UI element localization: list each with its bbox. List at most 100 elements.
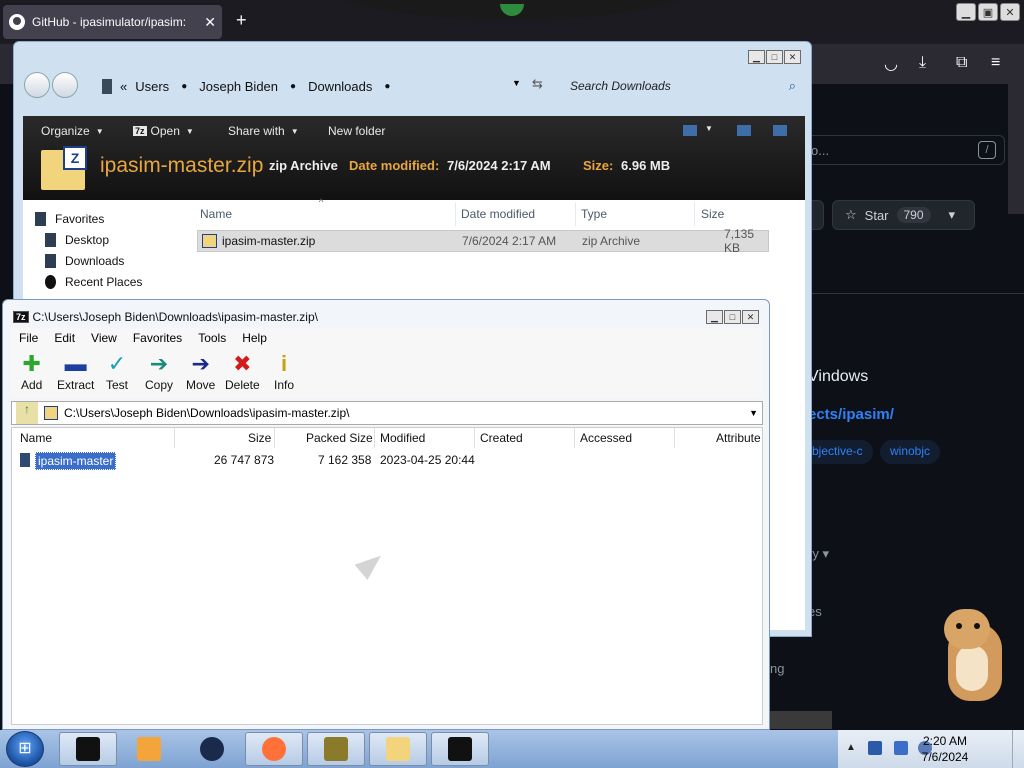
menu-icon[interactable]: ≡ bbox=[991, 54, 1000, 72]
nav-downloads[interactable]: Downloads bbox=[45, 254, 124, 268]
info-button[interactable]: i Info bbox=[274, 350, 294, 392]
breadcrumb-downloads[interactable]: Downloads bbox=[308, 79, 372, 94]
chevron-down-icon[interactable]: ▾ bbox=[949, 207, 956, 223]
github-search-input[interactable]: o... / bbox=[800, 135, 1005, 165]
close-button[interactable]: ✕ bbox=[1000, 3, 1020, 21]
delete-button[interactable]: ✖ Delete bbox=[225, 350, 260, 392]
column-header-size[interactable]: Size bbox=[701, 207, 724, 221]
tray-expand-icon[interactable]: ▲ bbox=[846, 742, 856, 753]
star-button[interactable]: ☆ Star 790 ▾ bbox=[832, 200, 975, 230]
column-separator[interactable] bbox=[575, 202, 576, 226]
help-icon[interactable] bbox=[773, 125, 787, 136]
network-icon[interactable] bbox=[894, 741, 908, 755]
preview-pane-icon[interactable] bbox=[737, 125, 751, 136]
menu-favorites[interactable]: Favorites bbox=[133, 331, 182, 345]
chevron-down-icon[interactable]: ▼ bbox=[749, 408, 758, 418]
taskbar-item-7zip[interactable] bbox=[431, 732, 489, 766]
menu-file[interactable]: File bbox=[19, 331, 38, 345]
tab-close-button[interactable]: ✕ bbox=[204, 14, 216, 31]
horizontal-scrollbar[interactable] bbox=[770, 711, 832, 729]
address-bar[interactable]: « Users ● Joseph Biden ● Downloads ● bbox=[102, 74, 562, 98]
clock-time[interactable]: 2:20 AM bbox=[912, 734, 978, 748]
organize-button[interactable]: Organize ▼ bbox=[41, 124, 104, 138]
column-header-type[interactable]: Type bbox=[581, 207, 607, 221]
open-button[interactable]: 7z Open ▼ bbox=[133, 124, 194, 138]
minimize-button[interactable]: ▁ bbox=[748, 50, 765, 64]
topic-tag[interactable]: winobjc bbox=[880, 440, 941, 464]
column-header-date[interactable]: Date modified bbox=[461, 207, 535, 221]
breadcrumb-users[interactable]: Users bbox=[135, 79, 169, 94]
maximize-button[interactable]: □ bbox=[724, 310, 741, 324]
column-separator[interactable] bbox=[455, 202, 456, 226]
download-icon[interactable]: ⤓ bbox=[919, 54, 926, 72]
extensions-icon[interactable]: ⧉ bbox=[956, 54, 967, 72]
back-button[interactable] bbox=[24, 72, 50, 98]
refresh-icon[interactable]: ⇆ bbox=[532, 76, 543, 92]
breadcrumb-user[interactable]: Joseph Biden bbox=[199, 79, 278, 94]
view-options-icon[interactable] bbox=[683, 125, 697, 136]
add-button[interactable]: ✚ Add bbox=[21, 350, 42, 392]
new-tab-button[interactable]: + bbox=[236, 10, 247, 31]
clock-date[interactable]: 7/6/2024 bbox=[912, 750, 978, 764]
file-row[interactable]: ipasim-master.zip 7/6/2024 2:17 AM zip A… bbox=[197, 227, 769, 255]
nav-favorites[interactable]: Favorites bbox=[35, 212, 104, 226]
column-header-created[interactable]: Created bbox=[480, 431, 523, 445]
column-separator[interactable] bbox=[274, 428, 275, 448]
column-header-size[interactable]: Size bbox=[248, 431, 271, 445]
taskbar-item-box[interactable] bbox=[307, 732, 365, 766]
taskbar-item-media[interactable] bbox=[120, 732, 178, 766]
share-with-button[interactable]: Share with ▼ bbox=[228, 124, 299, 138]
column-header-name[interactable]: Name bbox=[20, 431, 52, 445]
tray-app-icon[interactable] bbox=[868, 741, 882, 755]
column-header-attributes[interactable]: Attribute bbox=[716, 431, 761, 445]
taskbar-item-explorer[interactable] bbox=[369, 732, 427, 766]
close-button[interactable]: ✕ bbox=[742, 310, 759, 324]
up-folder-icon[interactable]: ↑ bbox=[16, 402, 38, 424]
test-button[interactable]: ✓ Test bbox=[106, 350, 128, 392]
taskbar-item-cmd[interactable] bbox=[59, 732, 117, 766]
breadcrumb-overflow-icon[interactable]: « bbox=[120, 79, 127, 94]
column-separator[interactable] bbox=[694, 202, 695, 226]
menu-view[interactable]: View bbox=[91, 331, 117, 345]
archive-item-name[interactable]: ipasim-master bbox=[35, 452, 117, 470]
scrollbar[interactable] bbox=[1008, 84, 1024, 214]
pocket-icon[interactable]: ◡ bbox=[884, 54, 898, 74]
column-header-packed-size[interactable]: Packed Size bbox=[306, 431, 373, 445]
menu-tools[interactable]: Tools bbox=[198, 331, 226, 345]
breadcrumb-separator-icon[interactable]: ● bbox=[181, 81, 187, 92]
column-separator[interactable] bbox=[674, 428, 675, 448]
minimize-button[interactable]: ▁ bbox=[956, 3, 976, 21]
start-button[interactable]: ⊞ bbox=[6, 731, 44, 767]
column-separator[interactable] bbox=[174, 428, 175, 448]
topic-tag[interactable]: bjective-c bbox=[802, 440, 873, 464]
taskbar-item-app[interactable] bbox=[183, 732, 241, 766]
column-separator[interactable] bbox=[474, 428, 475, 448]
copy-button[interactable]: ➔ Copy bbox=[145, 350, 173, 392]
breadcrumb-separator-icon[interactable]: ● bbox=[384, 81, 390, 92]
close-button[interactable]: ✕ bbox=[784, 50, 801, 64]
minimize-button[interactable]: ▁ bbox=[706, 310, 723, 324]
show-desktop-button[interactable] bbox=[1012, 730, 1024, 768]
nav-desktop[interactable]: Desktop bbox=[45, 233, 109, 247]
column-header-accessed[interactable]: Accessed bbox=[580, 431, 632, 445]
new-folder-button[interactable]: New folder bbox=[328, 124, 385, 138]
column-header-name[interactable]: Name bbox=[200, 207, 232, 221]
taskbar-item-firefox[interactable] bbox=[245, 732, 303, 766]
breadcrumb-separator-icon[interactable]: ● bbox=[290, 81, 296, 92]
address-dropdown-icon[interactable]: ▼ bbox=[512, 78, 521, 88]
menu-edit[interactable]: Edit bbox=[54, 331, 75, 345]
menu-help[interactable]: Help bbox=[242, 331, 267, 345]
repo-link[interactable]: ects/ipasim/ bbox=[808, 406, 894, 423]
move-button[interactable]: ➔ Move bbox=[186, 350, 215, 392]
maximize-button[interactable]: □ bbox=[766, 50, 783, 64]
column-separator[interactable] bbox=[574, 428, 575, 448]
search-input[interactable]: Search Downloads ⌕ bbox=[566, 74, 802, 98]
browser-tab[interactable]: GitHub - ipasimulator/ipasim: ✕ bbox=[3, 5, 222, 39]
nav-recent-places[interactable]: Recent Places bbox=[45, 275, 142, 289]
search-icon[interactable]: ⌕ bbox=[789, 78, 796, 94]
7zip-path-bar[interactable]: ↑ C:\Users\Joseph Biden\Downloads\ipasim… bbox=[11, 401, 763, 425]
maximize-button[interactable]: ▣ bbox=[978, 3, 998, 21]
chevron-down-icon[interactable]: ▼ bbox=[705, 124, 713, 133]
forward-button[interactable] bbox=[52, 72, 78, 98]
column-separator[interactable] bbox=[374, 428, 375, 448]
